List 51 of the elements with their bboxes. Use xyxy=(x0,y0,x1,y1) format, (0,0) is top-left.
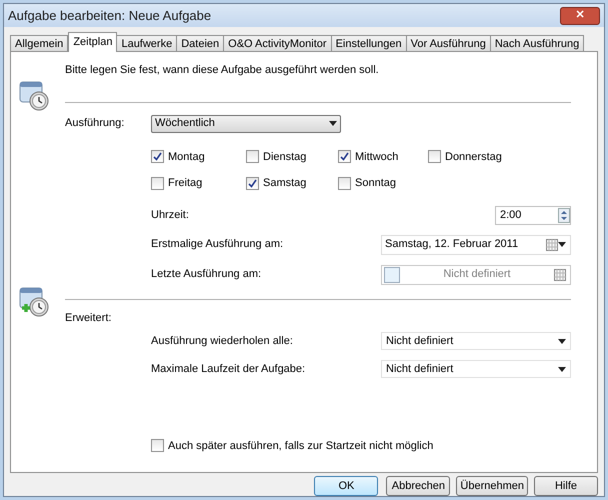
dialog-button[interactable]: Übernehmen xyxy=(456,476,528,496)
calendar-clock-icon xyxy=(19,80,51,112)
schedule-label: Ausführung: xyxy=(65,116,126,132)
checkbox[interactable] xyxy=(246,176,259,190)
date-label: Letzte Ausführung am: xyxy=(151,267,262,282)
intro-text: Bitte legen Sie fest, wann diese Aufgabe ausgeführt werden soll. xyxy=(65,63,380,78)
tab[interactable]: Dateien xyxy=(176,35,224,51)
day-label: Montag xyxy=(168,150,205,164)
checkbox[interactable] xyxy=(151,439,164,452)
caret-icon xyxy=(558,366,566,372)
day-label: Samstag xyxy=(263,176,306,191)
tab[interactable]: Laufwerke xyxy=(116,35,178,51)
day-label: Freitag xyxy=(168,176,202,191)
calendar-icon[interactable] xyxy=(546,238,558,250)
window-title: Aufgabe bearbeiten: Neue Aufgabe xyxy=(8,6,212,25)
day-label: Sonntag xyxy=(355,176,396,191)
caret-icon xyxy=(558,338,566,344)
day-label: Mittwoch xyxy=(355,150,398,164)
time-field[interactable]: 2:00 xyxy=(495,206,571,225)
tab[interactable]: Nach Ausführung xyxy=(490,35,584,51)
checkbox[interactable] xyxy=(338,176,351,190)
checkbox[interactable] xyxy=(428,150,441,164)
checkbox[interactable] xyxy=(151,176,164,190)
tab[interactable]: O&O ActivityMonitor xyxy=(223,35,332,51)
option-dropdown[interactable]: Nicht definiert xyxy=(381,332,571,350)
advanced-label: Erweitert: xyxy=(65,310,112,326)
spinner-icon[interactable] xyxy=(558,208,570,223)
day-label: Dienstag xyxy=(263,150,306,164)
dialog-button[interactable]: OK xyxy=(314,476,378,496)
calendar-clock-plus-icon xyxy=(19,286,51,318)
tab[interactable]: Einstellungen xyxy=(330,35,407,51)
tab[interactable]: Vor Ausführung xyxy=(406,35,491,51)
checkbox[interactable] xyxy=(246,150,259,164)
schedule-dropdown[interactable]: Wöchentlich xyxy=(151,114,341,132)
dialog-button[interactable]: Abbrechen xyxy=(386,476,450,496)
tab[interactable]: Zeitplan xyxy=(68,32,118,52)
option-label: Maximale Laufzeit der Aufgabe: xyxy=(151,362,306,377)
caret-icon xyxy=(558,242,566,247)
tab[interactable]: Allgemein xyxy=(10,35,68,51)
run-later-label: Auch später ausführen, falls zur Startzeit nicht möglich xyxy=(168,438,434,454)
date-field[interactable]: Samstag, 12. Februar 2011 xyxy=(381,234,571,254)
time-label: Uhrzeit: xyxy=(151,208,189,224)
caret-icon xyxy=(329,121,337,126)
day-label: Donnerstag xyxy=(445,150,502,164)
date-label: Erstmalige Ausführung am: xyxy=(151,237,284,252)
checkbox[interactable] xyxy=(151,150,164,164)
option-dropdown[interactable]: Nicht definiert xyxy=(381,360,571,378)
option-label: Ausführung wiederholen alle: xyxy=(151,334,293,349)
checkbox[interactable] xyxy=(338,150,351,164)
close-button[interactable]: ✕ xyxy=(560,6,600,24)
dialog-button[interactable]: Hilfe xyxy=(534,476,598,496)
